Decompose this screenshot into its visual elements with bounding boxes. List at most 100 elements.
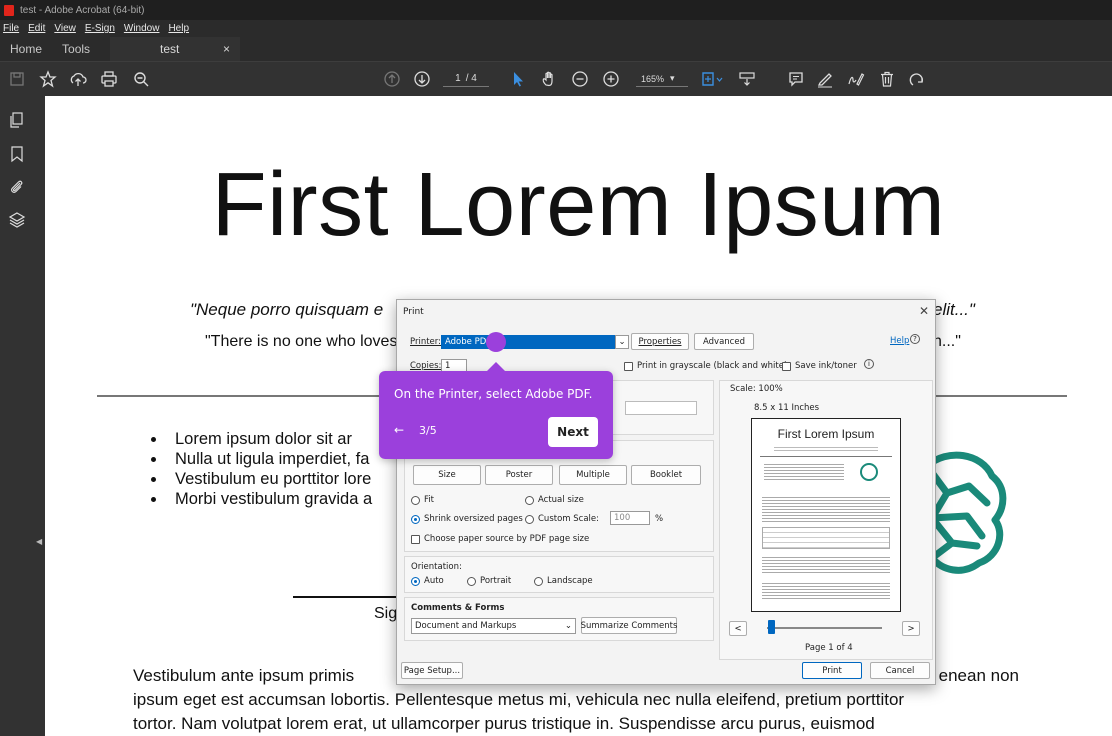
back-arrow-icon[interactable]: ← xyxy=(394,423,404,437)
dialog-title: Print xyxy=(403,307,424,317)
save-icon[interactable] xyxy=(7,69,27,89)
zoom-out-icon[interactable] xyxy=(570,69,590,89)
print-button[interactable]: Print xyxy=(802,662,862,679)
menu-esign[interactable]: E-Sign xyxy=(85,23,115,34)
shrink-radio[interactable] xyxy=(411,515,420,524)
printer-select[interactable]: Adobe PDF xyxy=(441,335,628,349)
toolbar: 1 / 4 165% ▾ xyxy=(0,61,1112,96)
thumbnail-rule xyxy=(760,456,892,457)
list-item: Morbi vestibulum gravida a xyxy=(150,490,373,508)
menu-file[interactable]: File xyxy=(3,23,19,34)
acrobat-logo-icon xyxy=(4,4,14,16)
grayscale-checkbox[interactable] xyxy=(624,362,633,371)
attachment-icon[interactable] xyxy=(8,178,26,196)
tab-close-icon[interactable]: × xyxy=(223,42,230,56)
custom-scale-input[interactable]: 100 xyxy=(610,511,650,525)
tab-bar: Home Tools test × xyxy=(0,37,1112,61)
bookmark-icon[interactable] xyxy=(8,145,26,163)
copies-value: 1 xyxy=(445,361,451,371)
print-dialog: Print ✕ Printer: Adobe PDF ⌄ Properties … xyxy=(396,299,936,685)
thumbnail-paragraph xyxy=(762,495,890,523)
close-icon[interactable]: ✕ xyxy=(919,304,929,318)
help-icon[interactable]: ? xyxy=(910,334,920,344)
orientation-landscape-radio[interactable] xyxy=(534,577,543,586)
zoom-level-select[interactable]: 165% ▾ xyxy=(636,71,688,87)
booklet-tab-button[interactable]: Booklet xyxy=(631,465,701,485)
cancel-button[interactable]: Cancel xyxy=(870,662,930,679)
coachmark-text: On the Printer, select Adobe PDF. xyxy=(394,387,593,401)
thumbnail-title: First Lorem Ipsum xyxy=(777,427,875,441)
actual-size-radio[interactable] xyxy=(525,496,534,505)
orientation-group: Orientation: Auto Portrait Landscape xyxy=(404,556,714,593)
menu-edit[interactable]: Edit xyxy=(28,23,45,34)
menu-view[interactable]: View xyxy=(54,23,76,34)
preview-slider-thumb[interactable] xyxy=(768,620,775,634)
comment-icon[interactable] xyxy=(786,69,806,89)
size-tab-button[interactable]: Size xyxy=(413,465,481,485)
bookmark-star-icon[interactable] xyxy=(38,69,58,89)
poster-tab-button[interactable]: Poster xyxy=(485,465,553,485)
properties-button[interactable]: Properties xyxy=(631,333,689,350)
preview-slider-track[interactable] xyxy=(767,627,882,629)
list-item: Vestibulum eu porttitor lore xyxy=(150,470,372,488)
thumbnail-paragraph xyxy=(762,555,890,575)
hand-tool-icon[interactable] xyxy=(539,69,559,89)
chevron-down-icon[interactable]: ⌄ xyxy=(615,335,629,349)
thumbnail-table xyxy=(762,527,890,549)
menu-bar: File Edit View E-Sign Window Help xyxy=(0,20,1112,37)
page-setup-button[interactable]: Page Setup... xyxy=(401,662,463,679)
preview-prev-button[interactable]: < xyxy=(729,621,747,636)
search-icon[interactable] xyxy=(131,69,151,89)
pages-icon[interactable] xyxy=(8,111,26,129)
paper-source-checkbox[interactable] xyxy=(411,535,420,544)
actual-size-label: Actual size xyxy=(538,495,584,505)
tab-document[interactable]: test × xyxy=(110,37,241,61)
tab-home[interactable]: Home xyxy=(0,37,52,61)
orientation-label: Orientation: xyxy=(411,562,462,572)
shrink-label: Shrink oversized pages xyxy=(424,514,523,524)
help-link[interactable]: Help xyxy=(890,336,909,346)
layers-icon[interactable] xyxy=(8,211,26,229)
orientation-auto-radio[interactable] xyxy=(411,577,420,586)
select-cursor-icon[interactable] xyxy=(508,69,528,89)
list-item: Nulla ut ligula imperdiet, fa xyxy=(150,449,372,469)
next-button[interactable]: Next xyxy=(548,417,598,447)
page-range-field[interactable] xyxy=(625,401,697,415)
chevron-down-icon: ▾ xyxy=(670,73,675,83)
menu-help[interactable]: Help xyxy=(168,23,189,34)
page-number-field[interactable]: 1 / 4 xyxy=(443,71,489,87)
orientation-portrait-radio[interactable] xyxy=(467,577,476,586)
menu-window[interactable]: Window xyxy=(124,23,160,34)
orientation-portrait-label: Portrait xyxy=(480,576,512,586)
zoom-in-icon[interactable] xyxy=(601,69,621,89)
comments-select[interactable]: Document and Markups ⌄ xyxy=(411,618,576,634)
hotspot-marker[interactable] xyxy=(486,332,506,352)
print-icon[interactable] xyxy=(99,69,119,89)
scroll-mode-icon[interactable] xyxy=(737,69,757,89)
advanced-button[interactable]: Advanced xyxy=(694,333,754,350)
highlight-pen-icon[interactable] xyxy=(815,69,835,89)
upload-cloud-icon[interactable] xyxy=(68,69,88,89)
previous-page-icon[interactable] xyxy=(382,69,402,89)
step-counter: 3/5 xyxy=(419,424,437,437)
summarize-comments-button[interactable]: Summarize Comments xyxy=(581,617,677,634)
collapse-panel-icon[interactable]: ◀ xyxy=(36,537,42,546)
delete-icon[interactable] xyxy=(877,69,897,89)
multiple-tab-button[interactable]: Multiple xyxy=(559,465,627,485)
quote-2-right: n..." xyxy=(933,333,961,350)
custom-scale-radio[interactable] xyxy=(525,515,534,524)
preview-next-button[interactable]: > xyxy=(902,621,920,636)
next-page-icon[interactable] xyxy=(412,69,432,89)
paragraph-line-1-left: Vestibulum ante ipsum primis xyxy=(133,666,355,685)
info-icon[interactable]: i xyxy=(864,359,874,369)
thumbnail-paragraph xyxy=(762,581,890,601)
paragraph-line-3: tortor. Nam volutpat lorem erat, ut ulla… xyxy=(133,714,875,733)
grayscale-label: Print in grayscale (black and white) xyxy=(637,361,788,371)
save-ink-checkbox[interactable] xyxy=(782,362,791,371)
sign-icon[interactable] xyxy=(846,69,866,89)
tab-tools[interactable]: Tools xyxy=(52,37,100,61)
orientation-auto-label: Auto xyxy=(424,576,444,586)
page-fit-icon[interactable] xyxy=(698,69,726,89)
rotate-icon[interactable] xyxy=(907,69,927,89)
fit-radio[interactable] xyxy=(411,496,420,505)
